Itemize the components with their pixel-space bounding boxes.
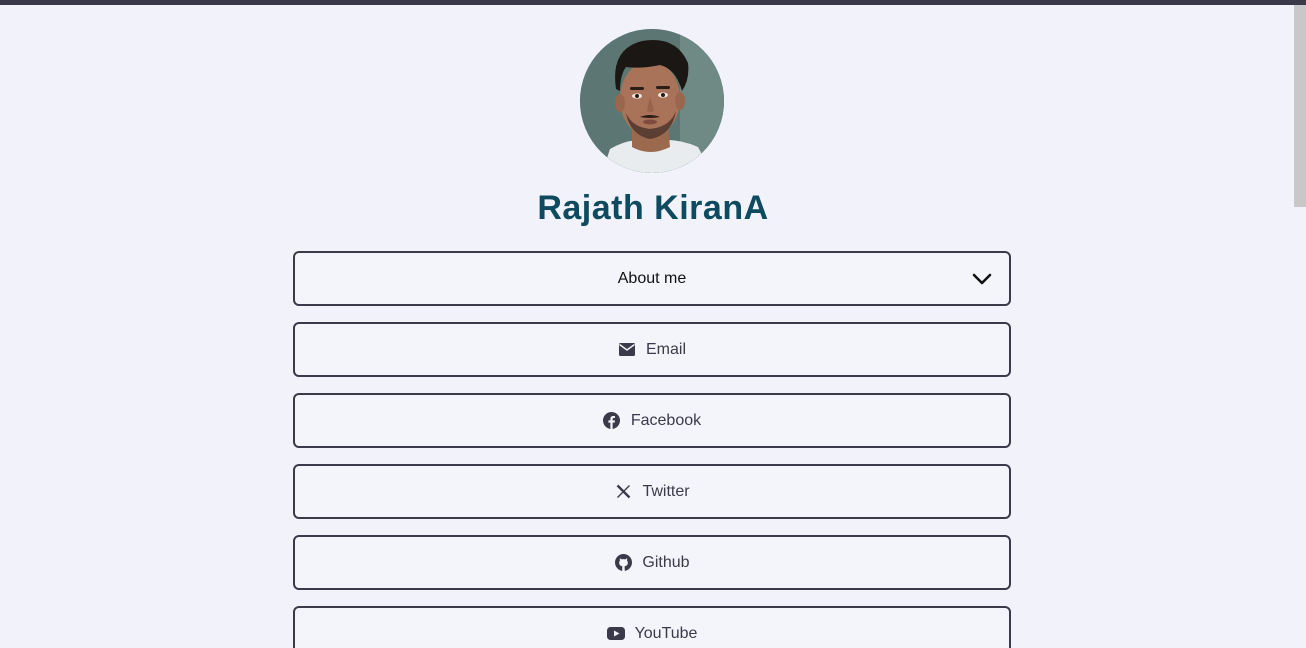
scrollbar-thumb[interactable] <box>1294 5 1306 207</box>
facebook-icon <box>603 412 621 430</box>
github-icon <box>614 554 632 572</box>
facebook-link-label: Facebook <box>630 411 702 429</box>
facebook-link-button[interactable]: Facebook <box>293 393 1011 448</box>
github-link-button[interactable]: Github <box>293 535 1011 590</box>
profile-name: Rajath KiranA <box>537 189 769 227</box>
avatar <box>580 29 724 173</box>
about-me-label: About me <box>617 269 687 287</box>
x-twitter-icon <box>614 483 632 501</box>
chevron-down-icon <box>971 268 993 290</box>
email-link-button[interactable]: Email <box>293 322 1011 377</box>
top-accent-bar <box>0 0 1306 5</box>
github-link-label: Github <box>642 553 690 571</box>
envelope-icon <box>618 341 636 359</box>
youtube-icon <box>606 625 625 643</box>
youtube-link-button[interactable]: YouTube <box>293 606 1011 648</box>
email-link-label: Email <box>645 340 686 358</box>
about-me-toggle[interactable]: About me <box>293 251 1011 306</box>
youtube-link-label: YouTube <box>634 624 698 642</box>
twitter-link-label: Twitter <box>642 482 690 500</box>
twitter-link-button[interactable]: Twitter <box>293 464 1011 519</box>
